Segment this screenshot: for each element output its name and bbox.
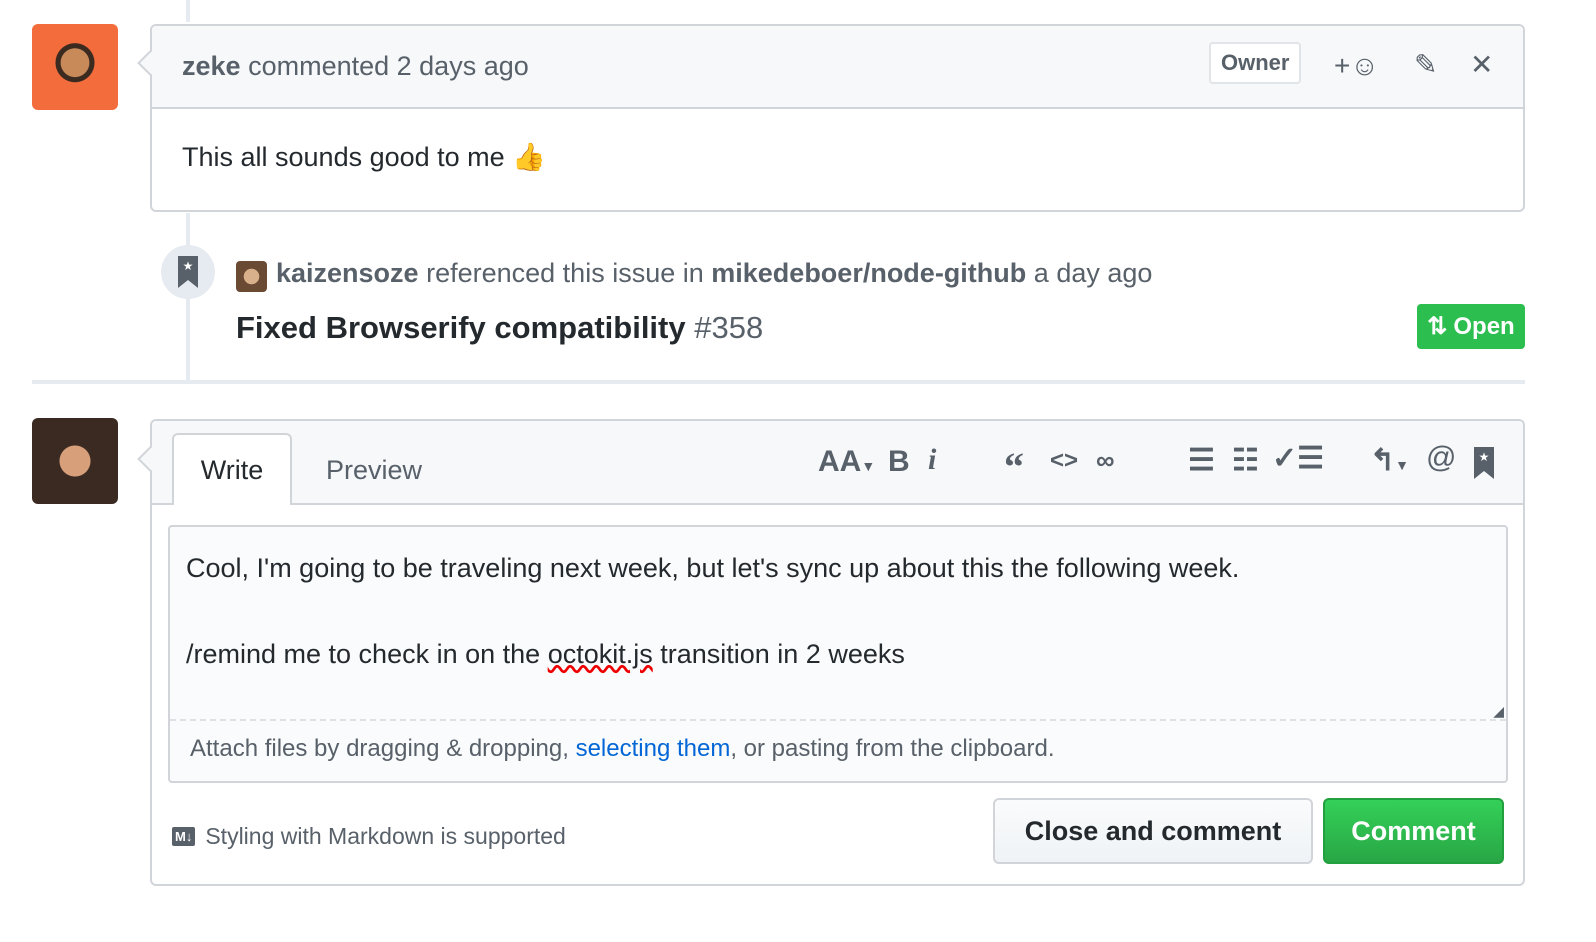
tab-preview[interactable]: Preview bbox=[326, 455, 422, 486]
quote-icon[interactable]: “ bbox=[1004, 443, 1024, 490]
link-icon[interactable]: ∞ bbox=[1096, 445, 1115, 476]
edit-pencil-icon[interactable]: ✎ bbox=[1414, 48, 1437, 81]
mention-icon[interactable]: @ bbox=[1426, 441, 1456, 475]
avatar-zeke[interactable] bbox=[32, 24, 118, 110]
editor-tabs-bar: Write Preview AA▼ B i “ <> ∞ ☰ ☷ ✓☰ ↰▼ @… bbox=[152, 421, 1523, 505]
select-files-link[interactable]: selecting them bbox=[576, 735, 731, 762]
pr-number: #358 bbox=[694, 310, 764, 345]
pull-request-icon: ⇅ bbox=[1427, 313, 1448, 340]
svg-text:★: ★ bbox=[183, 259, 194, 273]
list-unordered-icon[interactable]: ☰ bbox=[1188, 443, 1215, 478]
italic-icon[interactable]: i bbox=[928, 443, 936, 477]
bookmark-icon: ★ bbox=[178, 256, 198, 288]
timeline-divider bbox=[32, 380, 1525, 384]
owner-badge: Owner bbox=[1209, 42, 1302, 84]
tasklist-icon[interactable]: ✓☰ bbox=[1272, 441, 1324, 476]
new-comment-form: Write Preview AA▼ B i “ <> ∞ ☰ ☷ ✓☰ ↰▼ @… bbox=[150, 419, 1525, 886]
comment-textarea[interactable]: Cool, I'm going to be traveling next wee… bbox=[168, 525, 1508, 783]
avatar-kaizensoze[interactable] bbox=[236, 261, 267, 292]
markdown-icon: M↓ bbox=[172, 827, 196, 846]
attach-files-bar[interactable]: Attach files by dragging & dropping, sel… bbox=[170, 721, 1506, 777]
heading-icon[interactable]: AA▼ bbox=[818, 445, 875, 479]
pr-state-badge: ⇅ Open bbox=[1417, 304, 1525, 349]
event-actor[interactable]: kaizensoze bbox=[276, 258, 419, 288]
delete-close-icon[interactable]: ✕ bbox=[1470, 48, 1493, 81]
markdown-note[interactable]: M↓ Styling with Markdown is supported bbox=[172, 823, 566, 850]
comment-time[interactable]: commented 2 days ago bbox=[248, 51, 529, 82]
code-icon[interactable]: <> bbox=[1050, 447, 1078, 475]
reply-icon[interactable]: ↰▼ bbox=[1370, 443, 1409, 478]
reference-bookmark-icon[interactable]: ★ bbox=[1474, 447, 1494, 479]
event-repo[interactable]: mikedeboer/node-github bbox=[711, 258, 1026, 288]
add-reaction-button[interactable]: +☺ bbox=[1334, 50, 1379, 82]
tab-write[interactable]: Write bbox=[172, 433, 292, 505]
bookmark-badge: ★ bbox=[161, 245, 215, 299]
smiley-icon: ☺ bbox=[1350, 50, 1379, 81]
svg-text:★: ★ bbox=[1479, 450, 1490, 464]
thumbs-up-emoji: 👍 bbox=[512, 142, 546, 172]
comment-body: This all sounds good to me 👍 bbox=[182, 142, 546, 172]
pr-reference[interactable]: Fixed Browserify compatibility #358 bbox=[236, 310, 763, 346]
misspelled-word: octokit.js bbox=[547, 639, 653, 669]
event-line: kaizensoze referenced this issue in mike… bbox=[276, 258, 1153, 288]
comment-author[interactable]: zeke bbox=[182, 51, 241, 82]
pr-title[interactable]: Fixed Browserify compatibility bbox=[236, 310, 686, 345]
resize-handle[interactable]: ◢ bbox=[1493, 703, 1504, 720]
list-ordered-icon[interactable]: ☷ bbox=[1232, 443, 1259, 478]
timeline-line bbox=[186, 0, 190, 22]
avatar-current-user[interactable] bbox=[32, 418, 118, 504]
comment-header: zeke commented 2 days ago Owner +☺ ✎ ✕ bbox=[152, 26, 1523, 109]
textarea-line-2: /remind me to check in on the octokit.js… bbox=[186, 639, 905, 669]
textarea-line-1: Cool, I'm going to be traveling next wee… bbox=[186, 553, 1240, 583]
close-and-comment-button[interactable]: Close and comment bbox=[993, 798, 1313, 864]
comment-button[interactable]: Comment bbox=[1323, 798, 1504, 864]
comment-box: zeke commented 2 days ago Owner +☺ ✎ ✕ T… bbox=[150, 24, 1525, 212]
bold-icon[interactable]: B bbox=[888, 445, 910, 479]
event-time[interactable]: a day ago bbox=[1034, 258, 1153, 288]
